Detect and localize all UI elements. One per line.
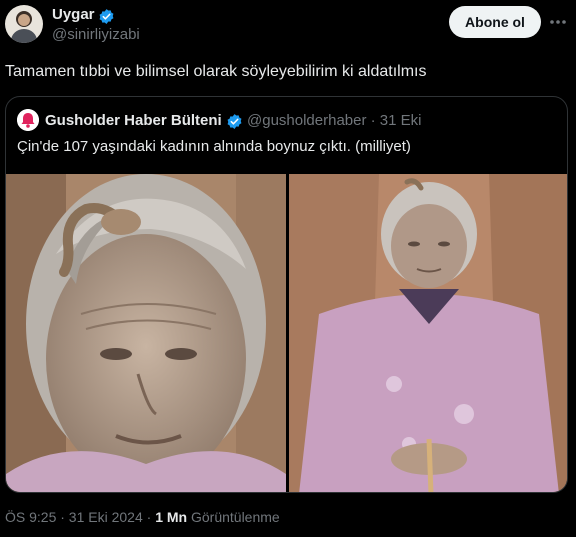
follow-button[interactable]: Abone ol (449, 6, 541, 38)
quote-photo-right[interactable] (289, 174, 567, 492)
quote-author-meta[interactable]: @gusholderhaber · 31 Eki (247, 112, 422, 129)
view-count-label: Görüntülenme (187, 509, 280, 525)
verified-badge-icon (98, 8, 115, 25)
author-name[interactable]: Uygar (52, 6, 95, 23)
quote-text: Çin'de 107 yaşındaki kadının alnında boy… (17, 138, 411, 155)
quote-author-name[interactable]: Gusholder Haber Bülteni (45, 112, 222, 129)
more-options-icon[interactable] (548, 12, 568, 32)
author-handle[interactable]: @sinirliyizabi (52, 26, 140, 43)
view-count: 1 Mn (155, 509, 188, 525)
quoted-tweet-card[interactable]: Gusholder Haber Bülteni @gusholderhaber … (5, 96, 568, 493)
verified-badge-icon (226, 113, 243, 130)
author-avatar[interactable] (5, 5, 43, 43)
bell-logo-icon (17, 109, 39, 131)
tweet-text: Tamamen tıbbi ve bilimsel olarak söyleye… (5, 63, 427, 80)
tweet-timestamp[interactable]: ÖS 9:25 · 31 Eki 2024 · (5, 509, 155, 525)
tweet-meta: ÖS 9:25 · 31 Eki 2024 · 1 Mn Görüntülenm… (5, 509, 280, 525)
quote-photo-left[interactable] (6, 174, 286, 492)
